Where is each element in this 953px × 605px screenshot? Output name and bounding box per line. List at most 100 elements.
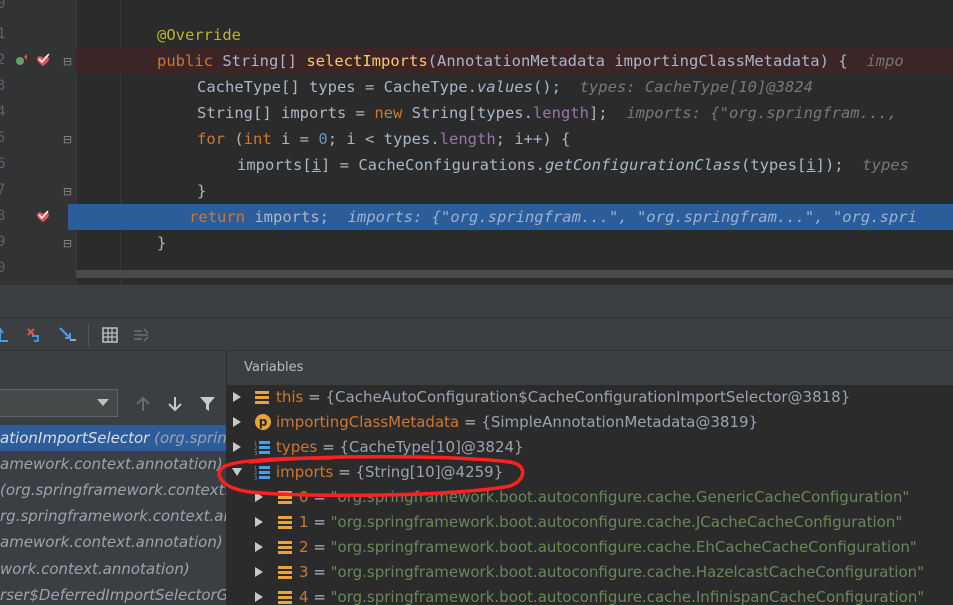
toolbar-separator [88,324,89,346]
fold-expand-icon[interactable]: ⊟ [62,238,73,249]
keyword: return [189,208,245,226]
code-text: ]; [588,104,608,122]
breakpoint-icon[interactable] [36,209,50,223]
param-name: importingClassMetadata [614,52,820,70]
code-text: imports; [245,208,329,226]
code-line[interactable]: imports[i] = CacheConfigurations.getConf… [76,152,953,178]
code-text: (); [532,78,561,96]
keyword: for [197,130,225,148]
line-number: 4 [0,104,6,120]
inline-debug-hint: types: CacheType[10]@3824 [579,78,813,96]
variable-name: importingClassMetadata [276,413,460,431]
previous-frame-icon[interactable] [135,396,151,412]
frame-package: (org.springframework.context. [0,481,227,499]
code-line[interactable]: String[] imports = new String[types.leng… [76,100,953,126]
line-number: 5 [0,130,6,146]
frame-package: (org.spring [154,429,227,447]
stack-frame[interactable]: amework.context.annotation) [0,451,226,477]
panel-title: Variables [244,360,304,375]
code-line[interactable]: for (int i = 0; i < types.length; i++) { [76,126,953,152]
line-number: 6 [0,156,6,172]
frame-package: work.context.annotation) [0,560,190,578]
next-frame-icon[interactable] [167,396,183,412]
expand-arrow-icon[interactable] [232,417,242,427]
inline-debug-hint: imports: {"org.springfram..., [626,104,907,122]
expand-arrow-icon[interactable] [254,517,264,527]
array-element-entry: 4 = "org.springframework.boot.autoconfig… [299,585,924,605]
stack-frame[interactable]: work.context.annotation) [0,556,226,582]
step-out-icon[interactable] [0,326,14,344]
variable-entry: this = {CacheAutoConfiguration$CacheConf… [276,385,850,410]
code-text: ; i < types. [327,130,440,148]
variables-header: Variables [227,351,953,385]
editor-gutter[interactable]: 0 1 2 3 4 5 6 7 8 9 0 ⊟ ⊟ ⊟ ⊟ [0,0,77,284]
field-icon [255,391,269,404]
string-value: "org.springframework.boot.autoconfigure.… [330,588,925,605]
stack-frame[interactable]: rser$DeferredImportSelectorGr [0,582,226,605]
variable-value: {CacheAutoConfiguration$CacheConfigurati… [325,388,851,406]
code-line[interactable]: } [76,230,953,256]
expand-arrow-icon[interactable] [232,442,242,452]
filter-icon[interactable] [199,396,216,412]
fold-expand-icon[interactable]: ⊟ [62,186,73,197]
drop-frame-icon[interactable] [26,326,44,344]
code-text: ( [225,130,244,148]
method-name: selectImports [306,52,428,70]
return-type: String[] [222,52,297,70]
line-number: 0 [0,260,6,276]
array-element-entry: 2 = "org.springframework.boot.autoconfig… [299,535,917,560]
expand-arrow-icon[interactable] [254,592,264,602]
brace: ) { [819,52,848,70]
debug-toolbar [0,318,953,351]
parameter-icon: p [255,414,271,430]
equals-sign: = [308,588,331,605]
field-icon [278,516,292,529]
frame-package: amework.context.annotation) [0,455,223,473]
array-index: 1 [299,513,309,531]
stack-frame[interactable]: amework.context.annotation) [0,529,226,555]
thread-selector[interactable] [0,389,118,417]
expand-arrow-icon[interactable] [254,567,264,577]
stack-frame-selected[interactable]: ationImportSelector (org.spring [0,425,226,451]
string-value: "org.springframework.boot.autoconfigure.… [330,563,925,581]
fold-collapse-icon[interactable]: ⊟ [62,134,73,145]
equals-sign: = [308,513,331,531]
line-number: 0 [0,0,6,12]
code-text: } [197,182,207,200]
field: length [532,104,589,122]
stack-frame[interactable]: rg.springframework.context.an [0,503,226,529]
run-to-cursor-icon[interactable] [58,326,76,344]
code-line[interactable]: @Override [76,22,953,48]
debug-tool-window-header [0,285,953,318]
code-line-breakpoint[interactable]: public String[] selectImports(Annotation… [76,48,953,74]
code-text: } [157,234,167,252]
expand-arrow-icon[interactable] [254,542,264,552]
chevron-down-icon [97,399,109,406]
trace-stream-icon[interactable] [132,326,150,344]
horizontal-scrollbar[interactable] [76,270,953,278]
string-value: "org.springframework.boot.autoconfigure.… [330,513,903,531]
keyword: new [374,104,403,122]
equals-sign: = [308,538,331,556]
method-call: values [476,78,533,96]
inline-debug-hint: impo [866,52,904,70]
array-element-entry: 3 = "org.springframework.boot.autoconfig… [299,560,924,585]
code-line[interactable]: CacheType[] types = CacheType.values(); … [76,74,953,100]
method-call: getConfigurationClass [544,156,741,174]
line-number: 7 [0,182,6,198]
loop-variable: i [806,156,816,174]
stack-frame[interactable]: (org.springframework.context. [0,477,226,503]
keyword: public [157,52,213,70]
code-line-current-execution[interactable]: return imports; imports: {"org.springfra… [68,204,953,230]
code-line[interactable]: } [76,178,953,204]
breakpoint-icon[interactable] [36,53,50,67]
implements-method-icon[interactable] [15,54,29,68]
code-editor[interactable]: 0 1 2 3 4 5 6 7 8 9 0 ⊟ ⊟ ⊟ ⊟ @Override … [0,0,953,284]
field-icon [278,591,292,604]
variable-name: this [276,388,304,406]
expand-arrow-icon[interactable] [232,392,242,402]
frame-method: ationImportSelector [0,429,150,447]
evaluate-expression-icon[interactable] [101,326,119,344]
code-text: ] = CacheConfigurations. [321,156,545,174]
fold-collapse-icon[interactable]: ⊟ [62,56,73,67]
